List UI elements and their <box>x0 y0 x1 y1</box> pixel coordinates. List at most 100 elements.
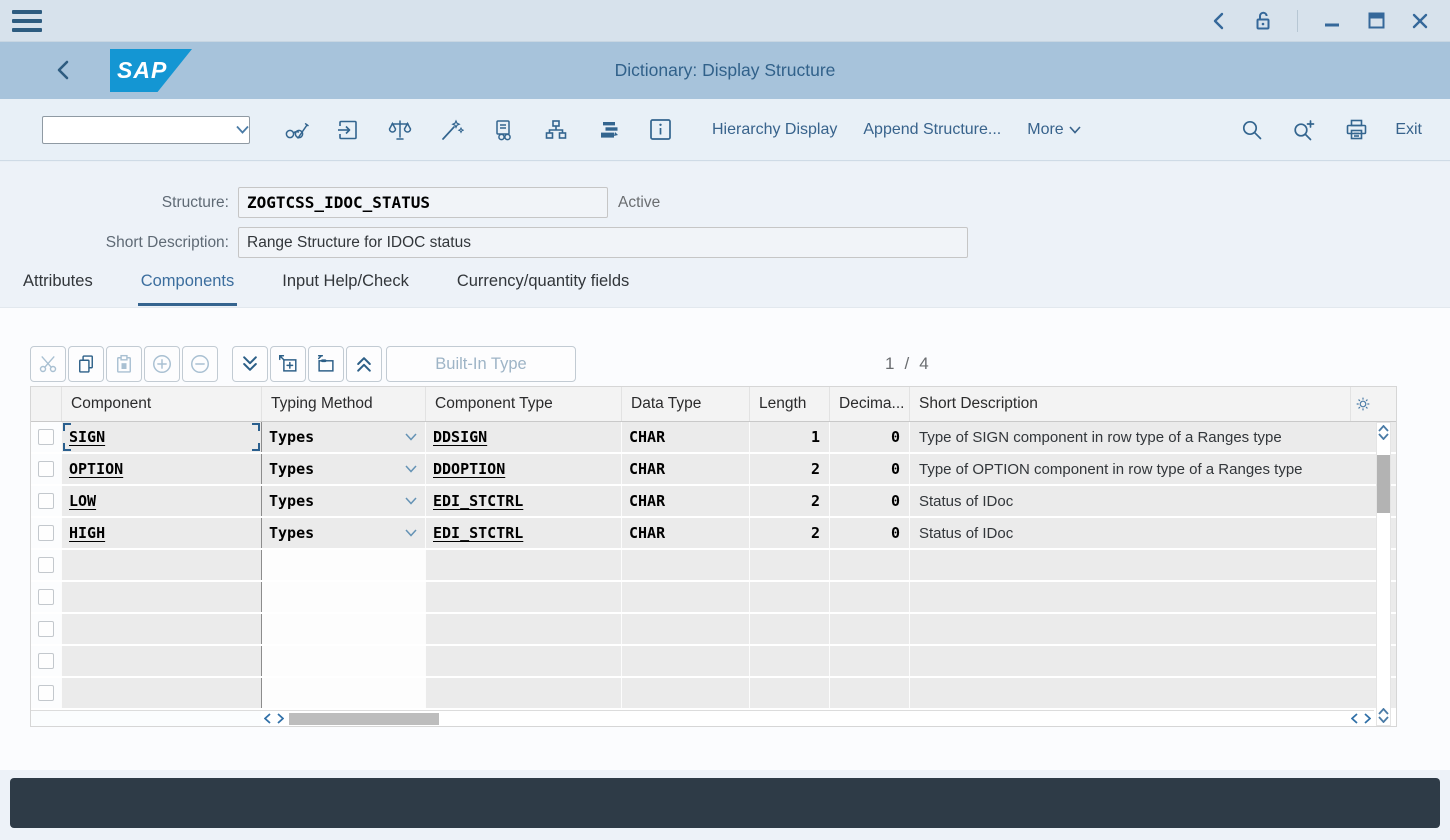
header-length[interactable]: Length <box>749 387 829 421</box>
where-used-button[interactable] <box>478 110 530 150</box>
vertical-scroll-thumb[interactable] <box>1377 455 1390 513</box>
scroll-left-icon[interactable] <box>1348 711 1361 726</box>
copy-button[interactable] <box>68 346 104 382</box>
paste-button[interactable] <box>106 346 142 382</box>
typing-method-select[interactable]: Types <box>261 422 425 452</box>
component-link[interactable]: LOW <box>69 492 96 510</box>
component-type-link[interactable]: DDOPTION <box>433 460 505 478</box>
header-component-type[interactable]: Component Type <box>425 387 621 421</box>
menu-hamburger-icon[interactable] <box>12 10 42 32</box>
insert-line-button[interactable] <box>270 346 306 382</box>
document-arrow-button[interactable] <box>322 110 374 150</box>
row-checkbox[interactable] <box>38 621 54 637</box>
component-link[interactable]: OPTION <box>69 460 123 478</box>
horizontal-scroll-thumb[interactable] <box>289 713 439 725</box>
delete-line-button[interactable] <box>308 346 344 382</box>
structure-field[interactable]: ZOGTCSS_IDOC_STATUS <box>238 187 608 218</box>
tab-attributes[interactable]: Attributes <box>20 268 96 303</box>
scroll-right-icon[interactable] <box>1361 711 1374 726</box>
header-data-type[interactable]: Data Type <box>621 387 749 421</box>
page-title: Dictionary: Display Structure <box>0 60 1450 81</box>
header-decimals[interactable]: Decima... <box>829 387 909 421</box>
decimals-cell: 0 <box>891 460 900 478</box>
typing-method-select[interactable]: Types <box>261 454 425 484</box>
find-next-icon[interactable] <box>1285 110 1323 150</box>
header-typing-method[interactable]: Typing Method <box>261 387 425 421</box>
typing-method-select[interactable]: Types <box>261 518 425 548</box>
tab-currency-quantity-fields[interactable]: Currency/quantity fields <box>454 268 632 303</box>
typing-method-select[interactable]: Types <box>261 486 425 516</box>
component-type-link[interactable]: EDI_STCTRL <box>433 492 523 510</box>
scroll-to-top-button[interactable] <box>346 346 382 382</box>
hierarchy-display-button[interactable]: Hierarchy Display <box>712 121 837 139</box>
chevron-down-icon <box>405 497 417 505</box>
horizontal-scrollbar[interactable] <box>31 710 1374 726</box>
row-checkbox[interactable] <box>38 461 54 477</box>
close-icon[interactable] <box>1410 11 1430 31</box>
object-list-button[interactable] <box>582 110 634 150</box>
header-short-description[interactable]: Short Description <box>909 387 1350 421</box>
tab-components[interactable]: Components <box>138 268 238 306</box>
scroll-up-icon <box>1378 425 1389 432</box>
row-checkbox[interactable] <box>38 589 54 605</box>
append-structure-button[interactable]: Append Structure... <box>863 121 1001 139</box>
cut-button[interactable] <box>30 346 66 382</box>
find-icon[interactable] <box>1233 110 1271 150</box>
scroll-down-icon <box>1378 433 1389 440</box>
component-type-link[interactable]: EDI_STCTRL <box>433 524 523 542</box>
lock-icon[interactable] <box>1253 11 1273 31</box>
delete-row-button[interactable] <box>182 346 218 382</box>
row-checkbox[interactable] <box>38 653 54 669</box>
chevron-down-icon[interactable] <box>236 125 249 134</box>
tab-strip: Attributes Components Input Help/Check C… <box>0 268 1450 308</box>
check-scales-button[interactable] <box>374 110 426 150</box>
row-checkbox[interactable] <box>38 429 54 445</box>
print-icon[interactable] <box>1337 110 1375 150</box>
row-pager: 1 / 4 <box>885 346 929 382</box>
header-component[interactable]: Component <box>61 387 261 421</box>
display-change-button[interactable] <box>270 110 322 150</box>
decimals-cell: 0 <box>891 524 900 542</box>
row-checkbox[interactable] <box>38 493 54 509</box>
window-titlebar <box>0 0 1450 42</box>
data-type-cell: CHAR <box>629 524 665 542</box>
table-row: HIGH Types EDI_STCTRL CHAR 2 0 Status of… <box>31 518 1396 550</box>
command-input[interactable] <box>43 117 236 143</box>
built-in-type-button[interactable]: Built-In Type <box>386 346 576 382</box>
data-type-cell: CHAR <box>629 460 665 478</box>
maximize-icon[interactable] <box>1366 11 1386 31</box>
short-description-cell: Status of IDoc <box>909 486 1374 516</box>
exit-button[interactable]: Exit <box>1395 121 1422 139</box>
component-link[interactable]: HIGH <box>69 524 105 542</box>
header-selector-column <box>31 387 61 421</box>
insert-row-button[interactable] <box>144 346 180 382</box>
scroll-left-icon[interactable] <box>261 711 274 726</box>
status-bar <box>10 778 1440 828</box>
components-panel: Built-In Type 1 / 4 Component Typing Met… <box>0 307 1450 770</box>
component-link[interactable]: SIGN <box>69 428 105 446</box>
tab-input-help-check[interactable]: Input Help/Check <box>279 268 412 303</box>
row-checkbox[interactable] <box>38 685 54 701</box>
status-text: Active <box>618 194 660 212</box>
short-description-cell: Type of SIGN component in row type of a … <box>909 422 1374 452</box>
command-field[interactable] <box>42 116 250 144</box>
table-empty-row <box>31 582 1396 614</box>
information-button[interactable] <box>634 110 686 150</box>
activate-wand-button[interactable] <box>426 110 478 150</box>
short-description-field[interactable]: Range Structure for IDOC status <box>238 227 968 258</box>
org-chart-button[interactable] <box>530 110 582 150</box>
table-row: OPTION Types DDOPTION CHAR 2 0 Type of O… <box>31 454 1396 486</box>
row-checkbox[interactable] <box>38 525 54 541</box>
more-menu-button[interactable]: More <box>1027 121 1080 139</box>
vertical-scrollbar[interactable] <box>1372 422 1396 710</box>
back-button[interactable] <box>56 60 71 80</box>
main-content: Structure: ZOGTCSS_IDOC_STATUS Active Sh… <box>0 162 1450 840</box>
table-settings-gear-icon[interactable] <box>1350 387 1374 421</box>
component-type-link[interactable]: DDSIGN <box>433 428 487 446</box>
sap-gui-window: Dictionary: Display Structure SAP <box>0 0 1450 840</box>
scroll-right-icon[interactable] <box>274 711 287 726</box>
back-chevron-icon[interactable] <box>1209 11 1229 31</box>
scroll-to-bottom-button[interactable] <box>232 346 268 382</box>
minimize-icon[interactable] <box>1322 11 1342 31</box>
row-checkbox[interactable] <box>38 557 54 573</box>
